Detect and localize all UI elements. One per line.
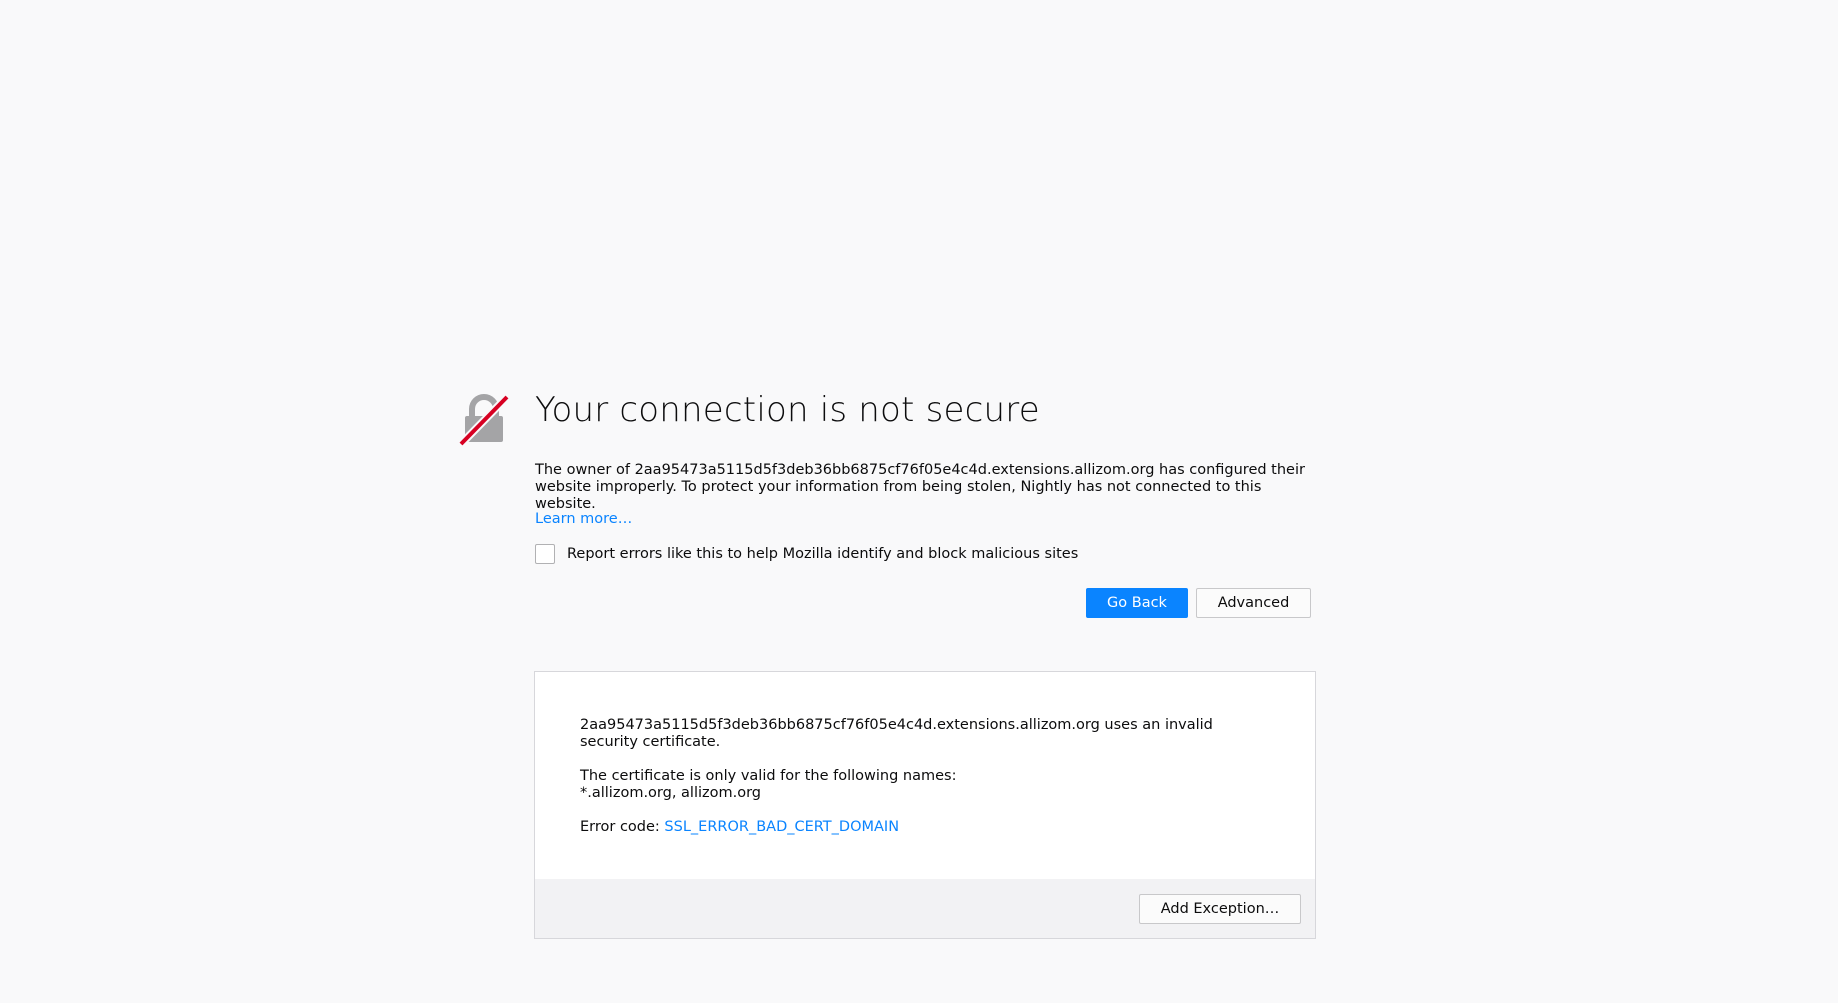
go-back-button[interactable]: Go Back	[1086, 588, 1188, 618]
report-errors-checkbox[interactable]	[535, 544, 555, 564]
valid-names-list: *.allizom.org, allizom.org	[580, 785, 762, 801]
report-errors-row: Report errors like this to help Mozilla …	[535, 543, 1078, 565]
report-errors-label[interactable]: Report errors like this to help Mozilla …	[567, 546, 1078, 562]
error-code-line: Error code: SSL_ERROR_BAD_CERT_DOMAIN	[580, 819, 1260, 836]
add-exception-button[interactable]: Add Exception…	[1139, 894, 1301, 924]
valid-names-intro: The certificate is only valid for the fo…	[580, 768, 957, 784]
broken-lock-icon	[458, 394, 510, 446]
error-code-label: Error code:	[580, 819, 665, 835]
advanced-panel-body: 2aa95473a5115d5f3deb36bb6875cf76f05e4c4d…	[580, 717, 1260, 853]
advanced-panel: 2aa95473a5115d5f3deb36bb6875cf76f05e4c4d…	[534, 671, 1316, 939]
error-code-link[interactable]: SSL_ERROR_BAD_CERT_DOMAIN	[664, 819, 899, 835]
invalid-cert-text: 2aa95473a5115d5f3deb36bb6875cf76f05e4c4d…	[580, 717, 1213, 750]
error-description: The owner of 2aa95473a5115d5f3deb36bb687…	[535, 462, 1305, 512]
advanced-button[interactable]: Advanced	[1196, 588, 1311, 618]
page-title: Your connection is not secure	[535, 390, 1040, 430]
error-page: Your connection is not secure The owner …	[0, 0, 1838, 1003]
advanced-panel-footer: Add Exception…	[535, 879, 1315, 938]
valid-names-block: The certificate is only valid for the fo…	[580, 768, 1260, 802]
learn-more-link[interactable]: Learn more…	[535, 511, 632, 527]
